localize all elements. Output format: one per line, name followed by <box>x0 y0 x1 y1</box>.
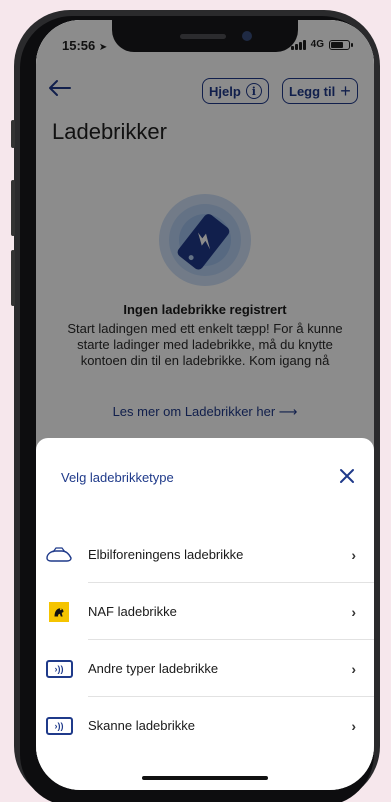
chevron-right-icon: › <box>351 660 356 677</box>
network-type: 4G <box>310 39 324 50</box>
car-icon <box>44 543 74 567</box>
option-label: Elbilforeningens ladebrikke <box>88 547 244 562</box>
mute-switch <box>11 120 15 148</box>
option-naf[interactable]: NAF ladebrikke › <box>36 583 374 640</box>
chevron-right-icon: › <box>351 717 356 734</box>
status-indicators: 4G <box>290 39 353 50</box>
sheet-title: Velg ladebrikketype <box>61 470 174 485</box>
location-arrow-icon: ➤ <box>98 42 108 53</box>
nfc-card-icon: ›)) <box>44 714 74 738</box>
status-time: 15:56 ➤ <box>62 38 107 53</box>
chevron-right-icon: › <box>351 546 356 563</box>
chevron-right-icon: › <box>351 603 356 620</box>
option-other-types[interactable]: ›)) Andre typer ladebrikke › <box>36 640 374 697</box>
nfc-card-icon: ›)) <box>44 657 74 681</box>
status-time-text: 15:56 <box>62 38 96 53</box>
speaker <box>180 34 226 39</box>
option-elbilforeningen[interactable]: Elbilforeningens ladebrikke › <box>36 526 374 583</box>
battery-icon <box>329 39 353 50</box>
option-label: NAF ladebrikke <box>88 604 177 619</box>
notch <box>112 20 298 52</box>
close-icon[interactable] <box>339 468 355 484</box>
volume-up-button <box>11 180 15 236</box>
option-label: Skanne ladebrikke <box>88 718 195 733</box>
front-camera <box>242 31 252 41</box>
bottom-sheet: Velg ladebrikketype Elbilforeningens lad… <box>36 438 374 790</box>
phone-screen: 15:56 ➤ 4G Hjelp i Legg til + Ladebrikke… <box>36 20 374 790</box>
naf-logo-icon <box>44 600 74 624</box>
volume-down-button <box>11 250 15 306</box>
option-label: Andre typer ladebrikke <box>88 661 219 676</box>
home-indicator[interactable] <box>142 776 268 780</box>
option-scan[interactable]: ›)) Skanne ladebrikke › <box>36 697 374 754</box>
